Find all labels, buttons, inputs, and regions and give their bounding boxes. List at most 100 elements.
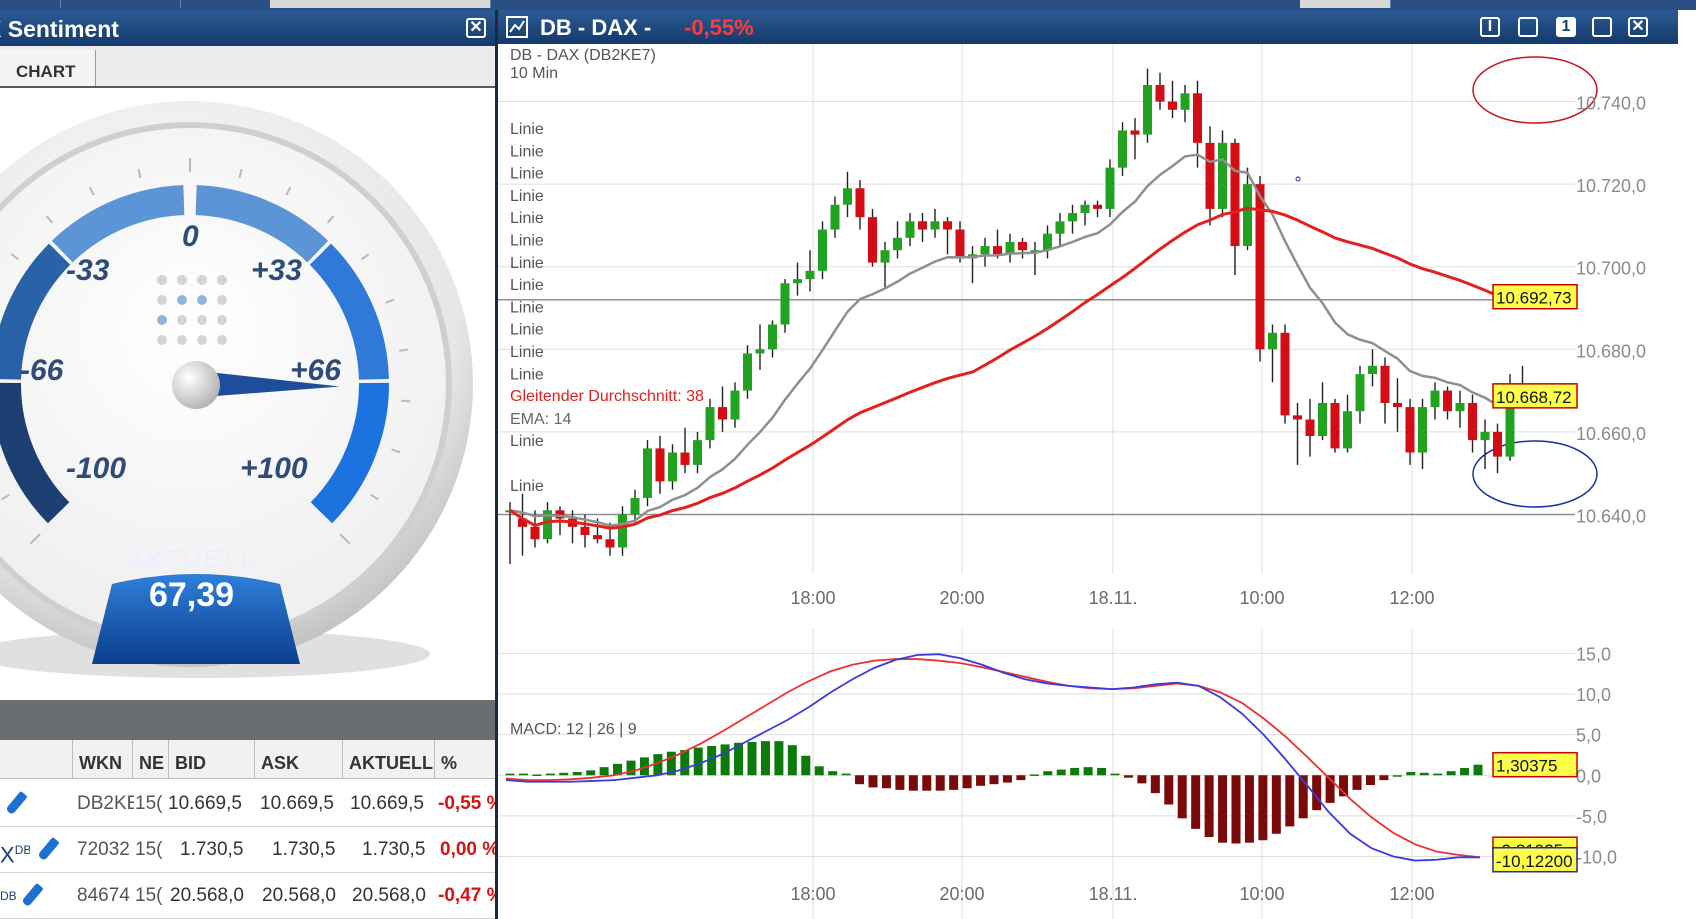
maximize-icon[interactable] (1518, 17, 1538, 37)
macd-histogram-bar (1460, 768, 1469, 775)
macd-histogram-bar (1406, 772, 1415, 775)
macd-histogram-bar (922, 775, 931, 790)
candle-body (1493, 432, 1502, 457)
close-icon[interactable]: ✕ (1628, 17, 1648, 37)
macd-histogram-bar (1447, 771, 1456, 775)
macd-histogram-bar (1111, 774, 1120, 776)
drawing-line-label: Linie (510, 143, 544, 160)
macd-histogram-bar (1084, 767, 1093, 775)
candle-body (1468, 403, 1477, 440)
candle-body (1081, 205, 1090, 213)
price-chart[interactable]: 10.740,010.720,010.700,010.680,010.660,0… (498, 44, 1696, 919)
macd-time-axis-label: 18:00 (790, 884, 835, 904)
candle-body (1018, 242, 1027, 250)
candle-body (668, 453, 677, 482)
candle-body (743, 353, 752, 390)
candle-body (631, 498, 640, 515)
candle-body (606, 539, 615, 547)
macd-histogram-bar (774, 741, 783, 775)
candle-body (1043, 234, 1052, 251)
cell-bid: 1.730,5 (180, 828, 254, 872)
candle-body (731, 391, 740, 420)
candle-body (531, 527, 540, 539)
column-header-ne[interactable]: NE (132, 740, 168, 778)
price-axis-label: 10.660,0 (1576, 424, 1646, 444)
app-top-strip (0, 0, 1696, 10)
chart-area[interactable]: 10.740,010.720,010.700,010.680,010.660,0… (498, 44, 1696, 919)
candle-body (1068, 213, 1077, 221)
candle-body (806, 271, 815, 279)
drawing-line-label: Linie (510, 210, 544, 227)
candle-body (781, 283, 790, 324)
cell-ne: 15( (135, 874, 168, 918)
candle-body (1056, 221, 1065, 233)
table-row[interactable]: XDB 72032 15( 1.730,5 1.730,5 1.730,5 0,… (0, 828, 498, 873)
time-axis-label: 20:00 (939, 588, 984, 608)
macd-histogram-bar (788, 745, 797, 775)
macd-line (506, 654, 1480, 860)
macd-histogram-bar (1420, 773, 1429, 775)
drawing-line-label: Linie (510, 255, 544, 272)
edit-pencil-icon[interactable] (5, 791, 27, 815)
edit-pencil-icon[interactable] (21, 883, 43, 907)
cell-aktuell: 20.568,0 (352, 874, 434, 918)
macd-histogram-bar (963, 775, 972, 788)
candle-body (756, 349, 765, 353)
cell-pct: -0,47 % (438, 874, 498, 918)
sentiment-title: X Sentiment (0, 16, 119, 43)
macd-histogram-bar (573, 772, 582, 775)
candle-body (718, 407, 727, 419)
table-row[interactable]: DB2KE 15( 10.669,5 10.669,5 10.669,5 -0,… (0, 782, 498, 827)
column-header-pct[interactable]: % (434, 740, 498, 778)
column-header-wkn[interactable]: WKN (72, 740, 132, 778)
drawing-line-label: Linie (510, 344, 544, 361)
cell-name: DB (0, 874, 20, 918)
time-axis-label: 18.11. (1089, 588, 1138, 608)
chart-instrument-label: DB - DAX (DB2KE7) (510, 47, 656, 64)
column-header-bid[interactable]: BID (168, 740, 254, 778)
annotation-dot (1296, 177, 1300, 181)
column-header-ask[interactable]: ASK (254, 740, 342, 778)
macd-histogram-bar (1353, 775, 1362, 790)
candle-body (1418, 407, 1427, 452)
candle-body (1343, 411, 1352, 448)
tab-chart[interactable]: CHART (0, 50, 96, 86)
macd-time-axis-label: 18.11. (1089, 884, 1138, 904)
macd-histogram-bar (761, 741, 770, 775)
candle-body (1406, 407, 1415, 452)
price-axis-label: 10.700,0 (1576, 259, 1646, 279)
macd-axis-label: 10,0 (1576, 685, 1611, 705)
table-row[interactable]: DB 84674 15( 20.568,0 20.568,0 20.568,0 … (0, 874, 498, 919)
macd-histogram-bar (1070, 768, 1079, 775)
cell-name: XDB (0, 828, 30, 872)
close-icon[interactable]: ✕ (466, 18, 486, 38)
column-header-aktuell[interactable]: AKTUELL (342, 740, 434, 778)
macd-histogram-bar (855, 775, 864, 784)
candle-body (993, 246, 1002, 254)
candle-body (643, 448, 652, 498)
candle-body (931, 221, 940, 229)
candle-body (1306, 419, 1315, 436)
info-icon[interactable]: I (1480, 17, 1500, 37)
last-price-label: 10.668,72 (1496, 388, 1572, 407)
macd-histogram-bar (559, 773, 568, 775)
gauge-current-value: 67,39 (0, 576, 383, 615)
gauge-tick-label: 0 (182, 220, 199, 254)
macd-value-label: -10,12200 (1496, 852, 1573, 871)
ma-price-label: 10.692,73 (1496, 289, 1572, 308)
macd-histogram-bar (1272, 775, 1281, 834)
cell-name-sup: DB (15, 843, 30, 857)
macd-time-axis-label: 12:00 (1389, 884, 1434, 904)
layout-one-icon[interactable]: 1 (1556, 17, 1576, 37)
candle-body (681, 453, 690, 465)
candle-body (656, 448, 665, 481)
candle-body (1231, 143, 1240, 246)
macd-histogram-bar (506, 774, 515, 776)
drawing-line-label: Linie (510, 322, 544, 339)
restore-icon[interactable] (1592, 17, 1612, 37)
cell-ne: 15( (135, 828, 168, 872)
drawing-line-label: Linie (510, 233, 544, 250)
edit-pencil-icon[interactable] (37, 837, 59, 861)
macd-time-axis-label: 10:00 (1239, 884, 1284, 904)
cell-wkn: 84674 (77, 874, 134, 918)
